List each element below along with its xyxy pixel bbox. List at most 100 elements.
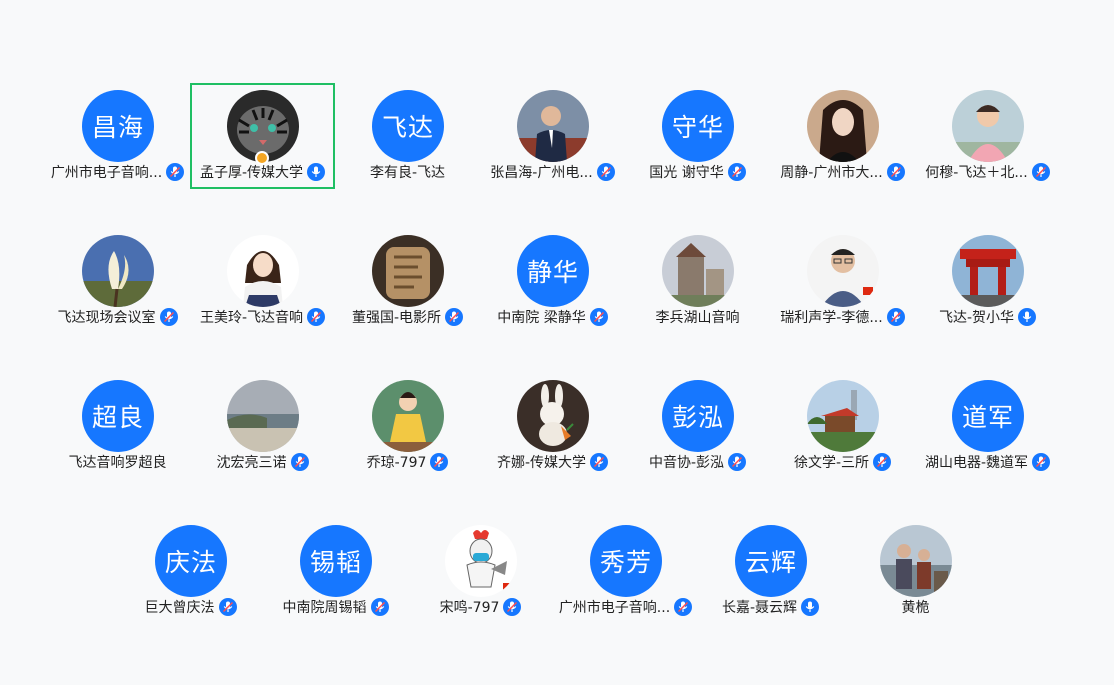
microphone-muted-icon[interactable] <box>728 453 747 471</box>
participant-caption: 李兵湖山音响 <box>625 308 770 326</box>
participant-name: 巨大曾庆法 <box>144 600 215 616</box>
participant-caption: 孟子厚-传媒大学 <box>192 163 333 181</box>
microphone-muted-icon[interactable] <box>873 453 892 471</box>
participant-name: 黄桅 <box>901 600 930 616</box>
participant-tile[interactable]: 云辉长嘉-聂云辉 <box>698 518 843 624</box>
avatar-initials: 飞达 <box>381 113 434 142</box>
microphone-muted-icon[interactable] <box>886 163 905 181</box>
text-avatar: 庆法 <box>155 525 227 597</box>
participant-tile[interactable]: 王美玲-飞达音响 <box>190 228 335 334</box>
participant-tile[interactable]: 张昌海-广州电... <box>480 83 625 189</box>
participant-tile[interactable]: 瑞利声学-李德... <box>770 228 915 334</box>
couple-by-sea-photo-icon <box>880 525 952 597</box>
avatar-initials: 昌海 <box>91 113 144 142</box>
avatar-initials: 守华 <box>671 113 724 142</box>
participant-name: 孟子厚-传媒大学 <box>199 165 304 181</box>
microphone-muted-icon[interactable] <box>370 598 389 616</box>
avatar-initials: 庆法 <box>164 548 217 577</box>
microphone-muted-icon[interactable] <box>589 308 608 326</box>
text-avatar: 道军 <box>952 380 1024 452</box>
text-avatar: 飞达 <box>372 90 444 162</box>
text-avatar: 锡韬 <box>300 525 372 597</box>
microphone-muted-icon[interactable] <box>886 308 905 326</box>
microphone-muted-icon[interactable] <box>218 598 237 616</box>
microphone-muted-icon[interactable] <box>159 308 178 326</box>
participant-tile[interactable]: 守华 国光 谢守华 <box>625 83 770 189</box>
participant-tile[interactable]: 超良 飞达音响罗超良 <box>45 373 190 479</box>
microphone-icon[interactable] <box>801 598 820 616</box>
castle-photo-icon <box>662 235 734 307</box>
participant-tile[interactable]: 秀芳广州市电子音响... <box>553 518 698 624</box>
participant-name: 飞达音响罗超良 <box>68 455 167 471</box>
participant-caption: 湖山电器-魏道军 <box>915 453 1060 471</box>
participant-caption: 飞达音响罗超良 <box>45 453 190 471</box>
participant-tile[interactable]: 彭泓 中音协-彭泓 <box>625 373 770 479</box>
participant-caption: 中南院 梁静华 <box>480 308 625 326</box>
man-in-suit-photo-icon <box>517 90 589 162</box>
microphone-muted-icon[interactable] <box>430 453 449 471</box>
white-rabbit-photo-icon <box>517 380 589 452</box>
woman-portrait-photo-icon <box>807 90 879 162</box>
microphone-muted-icon[interactable] <box>307 308 326 326</box>
participant-tile[interactable]: 沈宏亮三诺 <box>190 373 335 479</box>
avatar-initials: 静华 <box>526 258 579 287</box>
participant-tile[interactable]: 昌海 广州市电子音响... <box>45 83 190 189</box>
text-avatar: 秀芳 <box>590 525 662 597</box>
participant-tile[interactable]: 飞达现场会议室 <box>45 228 190 334</box>
participant-tile[interactable]: 孟子厚-传媒大学 <box>190 83 335 189</box>
microphone-muted-icon[interactable] <box>596 163 615 181</box>
microphone-muted-icon[interactable] <box>166 163 185 181</box>
microphone-muted-icon[interactable] <box>503 598 522 616</box>
participant-tile[interactable]: 董强国-电影所 <box>335 228 480 334</box>
participant-name: 李兵湖山音响 <box>655 310 740 326</box>
microphone-icon[interactable] <box>1018 308 1037 326</box>
participant-tile[interactable]: 飞达-贺小华 <box>915 228 1060 334</box>
participant-name: 中音协-彭泓 <box>648 455 725 471</box>
participant-tile[interactable]: 周静-广州市大... <box>770 83 915 189</box>
participant-caption: 周静-广州市大... <box>770 163 915 181</box>
participant-name: 乔琼-797 <box>366 455 427 471</box>
participant-tile[interactable]: 乔琼-797 <box>335 373 480 479</box>
microphone-muted-icon[interactable] <box>1031 163 1050 181</box>
woman-pink-shirt-photo-icon <box>952 90 1024 162</box>
participant-tile[interactable]: 宋鸣-797 <box>408 518 553 624</box>
participant-name: 瑞利声学-李德... <box>780 310 883 326</box>
participant-grid: 昌海 广州市电子音响... 孟子厚-传媒大学 飞达 李有良-飞达 张昌海-广州电... 守华… <box>0 0 1114 685</box>
text-avatar: 超良 <box>82 380 154 452</box>
cartoon-rooster-photo-icon <box>445 525 517 597</box>
microphone-muted-icon[interactable] <box>1032 453 1051 471</box>
participant-name: 飞达-贺小华 <box>938 310 1015 326</box>
participant-caption: 中音协-彭泓 <box>625 453 770 471</box>
participant-tile[interactable]: 庆法巨大曾庆法 <box>118 518 263 624</box>
participant-caption: 齐娜-传媒大学 <box>480 453 625 471</box>
participant-tile[interactable]: 李兵湖山音响 <box>625 228 770 334</box>
participant-tile[interactable]: 齐娜-传媒大学 <box>480 373 625 479</box>
participant-caption: 国光 谢守华 <box>625 163 770 181</box>
man-glasses-photo-icon <box>807 235 879 307</box>
participant-tile[interactable]: 锡韬 中南院周锡韬 <box>263 518 408 624</box>
participant-tile[interactable]: 徐文学-三所 <box>770 373 915 479</box>
participant-name: 沈宏亮三诺 <box>216 455 287 471</box>
microphone-icon[interactable] <box>307 163 326 181</box>
microphone-muted-icon[interactable] <box>674 598 693 616</box>
participant-tile[interactable]: 飞达 李有良-飞达 <box>335 83 480 189</box>
microphone-muted-icon[interactable] <box>590 453 609 471</box>
avatar-initials: 云辉 <box>744 548 797 577</box>
cartoon-girl-photo-icon <box>227 235 299 307</box>
participant-name: 齐娜-传媒大学 <box>496 455 587 471</box>
microphone-muted-icon[interactable] <box>445 308 464 326</box>
participant-caption: 宋鸣-797 <box>408 598 553 616</box>
participant-tile[interactable]: 道军 湖山电器-魏道军 <box>915 373 1060 479</box>
microphone-muted-icon[interactable] <box>290 453 309 471</box>
microphone-muted-icon[interactable] <box>727 163 746 181</box>
participant-name: 中南院 梁静华 <box>497 310 586 326</box>
participant-name: 周静-广州市大... <box>780 165 883 181</box>
text-avatar: 静华 <box>517 235 589 307</box>
participant-name: 何穆-飞达＋北... <box>925 165 1028 181</box>
participant-tile[interactable]: 静华中南院 梁静华 <box>480 228 625 334</box>
participant-caption: 广州市电子音响... <box>553 598 698 616</box>
participant-caption: 长嘉-聂云辉 <box>698 598 843 616</box>
participant-tile[interactable]: 何穆-飞达＋北... <box>915 83 1060 189</box>
avatar-initials: 秀芳 <box>599 548 652 577</box>
participant-tile[interactable]: 黄桅 <box>843 518 988 624</box>
